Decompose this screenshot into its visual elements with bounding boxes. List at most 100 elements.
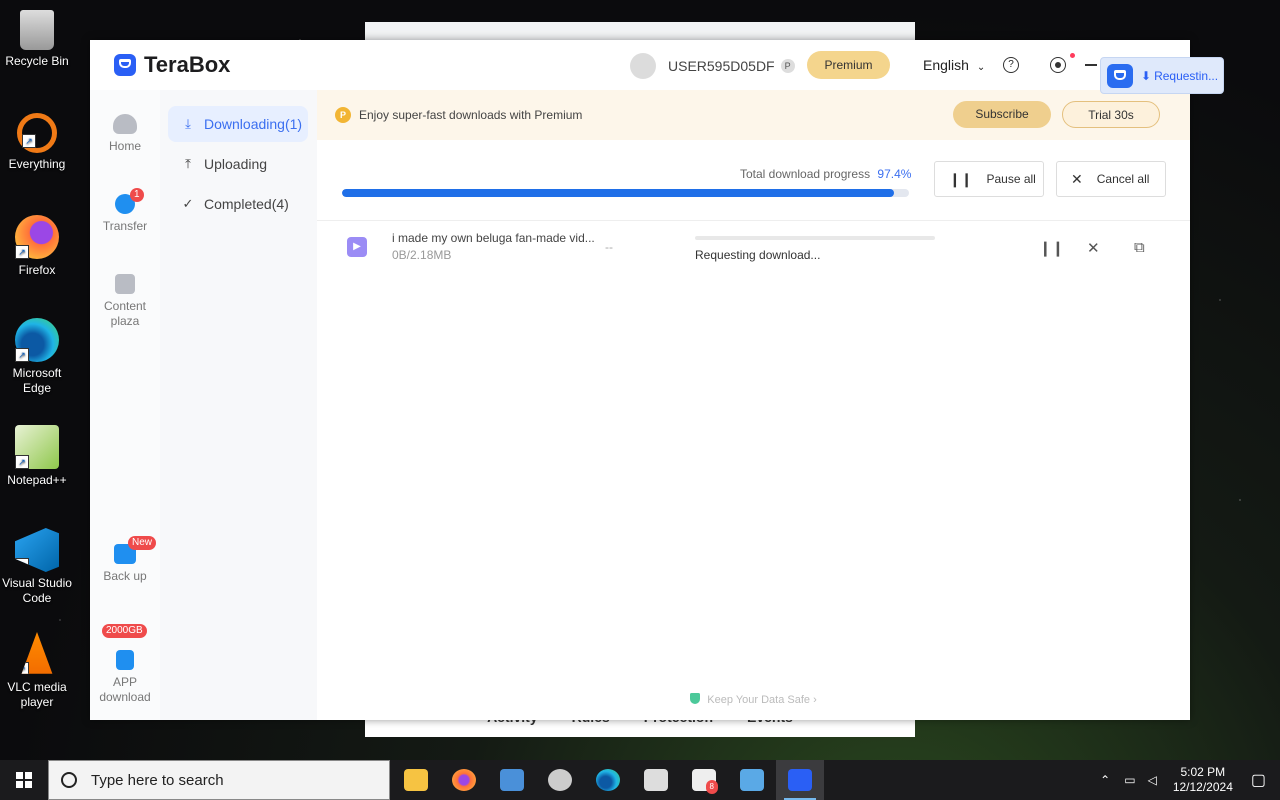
sidebar-item-home[interactable]: Home [90, 114, 160, 154]
desktop-icon-vscode[interactable]: ↗ Visual Studio Code [0, 528, 74, 606]
desktop-icon-label: Microsoft Edge [12, 366, 62, 395]
tab-completed[interactable]: ✓ Completed(4) [168, 186, 308, 222]
volume-icon[interactable]: ◁ [1148, 773, 1157, 787]
pause-icon[interactable]: ❙❙ [1039, 239, 1064, 257]
sidebar-label: Transfer [102, 219, 148, 233]
user-profile[interactable]: USER595D05DF P [630, 53, 795, 79]
subscribe-button[interactable]: Subscribe [953, 101, 1051, 128]
arrow-down-icon: ⬇ [1141, 68, 1152, 83]
recycle-bin-icon [20, 10, 54, 50]
taskbar-app-3[interactable] [488, 760, 536, 800]
storage-badge: 2000GB [102, 624, 147, 638]
tab-label: Completed(4) [204, 196, 289, 212]
file-size: 0B/2.18MB [392, 248, 452, 262]
edge-icon [596, 769, 620, 791]
desktop-icon-firefox[interactable]: ↗ Firefox [0, 215, 74, 278]
taskbar-edge[interactable] [584, 760, 632, 800]
video-file-icon: ▶ [347, 237, 367, 257]
premium-button[interactable]: Premium [807, 51, 890, 79]
tab-uploading[interactable]: ⤒ Uploading [168, 146, 308, 182]
language-label: English [923, 57, 969, 73]
search-icon [61, 772, 77, 788]
everything-icon: ↗ [17, 113, 57, 153]
clock-time: 5:02 PM [1180, 765, 1226, 779]
avatar[interactable] [630, 53, 656, 79]
minimize-icon[interactable] [1085, 64, 1097, 66]
download-task-row[interactable]: ▶ i made my own beluga fan-made vid... 0… [317, 220, 1190, 280]
play-icon [115, 274, 135, 294]
taskbar-app-6[interactable] [632, 760, 680, 800]
taskbar-app-7[interactable]: 8 [680, 760, 728, 800]
document-icon [500, 769, 524, 791]
notification-icon[interactable]: ▢ [1251, 770, 1266, 790]
clock[interactable]: 5:02 PM 12/12/2024 [1173, 765, 1233, 795]
taskbar-search[interactable]: Type here to search [48, 760, 390, 800]
language-selector[interactable]: English ⌄ [923, 57, 985, 73]
taskbar-app-4[interactable] [536, 760, 584, 800]
network-icon[interactable]: ▭ [1124, 773, 1135, 787]
tab-label: Downloading(1) [204, 116, 303, 132]
progress-label-text: Total download progress [740, 167, 871, 181]
trial-button[interactable]: Trial 30s [1062, 101, 1160, 128]
cloud-icon [113, 114, 137, 134]
footer-text: Keep Your Data Safe [707, 694, 811, 706]
close-icon: ✕ [1071, 170, 1083, 187]
task-progress-bar [695, 236, 935, 240]
promo-text: Enjoy super-fast downloads with Premium [359, 108, 583, 122]
settings-icon[interactable] [1050, 57, 1066, 73]
sidebar-item-app-download[interactable]: 2000GB APP download [90, 624, 160, 705]
download-floating-widget[interactable]: ⬇ Requestin... [1100, 57, 1224, 94]
open-folder-icon[interactable]: ⧉ [1134, 239, 1145, 256]
desktop-icon-everything[interactable]: ↗ Everything [0, 113, 74, 172]
close-icon[interactable]: ✕ [1087, 239, 1100, 257]
total-progress-bar [342, 189, 909, 197]
terabox-logo: TeraBox [114, 52, 230, 78]
cancel-all-button[interactable]: ✕ Cancel all [1056, 161, 1166, 197]
system-tray: ⌃ ▭ ◁ 5:02 PM 12/12/2024 ▢ [1092, 760, 1280, 800]
sidebar-item-backup[interactable]: Back up New [90, 536, 160, 584]
download-icon: ⤓ [185, 116, 191, 131]
progress-bar-fill [342, 189, 895, 197]
pause-icon: ❙❙ [949, 170, 973, 187]
chevron-up-icon[interactable]: ⌃ [1100, 773, 1110, 787]
terabox-window: TeraBox USER595D05DF P Premium English ⌄… [90, 40, 1190, 720]
desktop-icon-recycle-bin[interactable]: Recycle Bin [0, 10, 74, 69]
terabox-icon [788, 769, 812, 791]
desktop-icon-vlc[interactable]: ↗ VLC media player [0, 632, 74, 710]
desktop-icon-label: Firefox [18, 263, 56, 277]
check-circle-icon: ✓ [182, 196, 194, 211]
tab-downloading[interactable]: ⤓ Downloading(1) [168, 106, 308, 142]
sidebar-item-transfer[interactable]: Transfer 1 [90, 188, 160, 234]
desktop-icon-label: VLC media player [7, 680, 67, 709]
help-icon[interactable]: ? [1003, 57, 1019, 73]
desktop-icon-notepadpp[interactable]: ↗ Notepad++ [0, 425, 74, 488]
phone-icon [116, 650, 134, 670]
pause-all-button[interactable]: ❙❙ Pause all [934, 161, 1044, 197]
notification-dot [1070, 53, 1075, 58]
popup-status: Requestin... [1154, 68, 1219, 83]
taskbar-terabox[interactable] [776, 760, 824, 800]
sidebar-label: APP download [99, 675, 151, 704]
sidebar-label: Content plaza [103, 299, 147, 328]
windows-logo-icon [16, 772, 32, 788]
desktop-icon-label: Everything [8, 157, 66, 171]
username: USER595D05DF [668, 58, 775, 74]
desktop-icon-label: Visual Studio Code [2, 576, 72, 605]
folder-icon [404, 769, 428, 791]
notepadpp-icon: ↗ [15, 425, 59, 469]
taskbar-file-explorer[interactable] [392, 760, 440, 800]
terabox-header: TeraBox USER595D05DF P Premium English ⌄… [90, 40, 1190, 91]
transfer-count-badge: 1 [130, 188, 144, 202]
vlc-icon: ↗ [21, 632, 53, 674]
transfer-subnav: ⤓ Downloading(1) ⤒ Uploading ✓ Completed… [160, 90, 317, 720]
premium-coin-icon: P [335, 107, 351, 123]
sidebar-item-content-plaza[interactable]: Content plaza [90, 274, 160, 329]
desktop-icon-edge[interactable]: ↗ Microsoft Edge [0, 318, 74, 396]
edge-icon: ↗ [15, 318, 59, 362]
desktop-icon-label: Recycle Bin [5, 54, 69, 68]
taskbar-app-8[interactable] [728, 760, 776, 800]
start-button[interactable] [0, 760, 48, 800]
taskbar-firefox[interactable] [440, 760, 488, 800]
shield-icon [690, 693, 701, 704]
keep-data-safe-link[interactable]: Keep Your Data Safe › [317, 693, 1190, 706]
